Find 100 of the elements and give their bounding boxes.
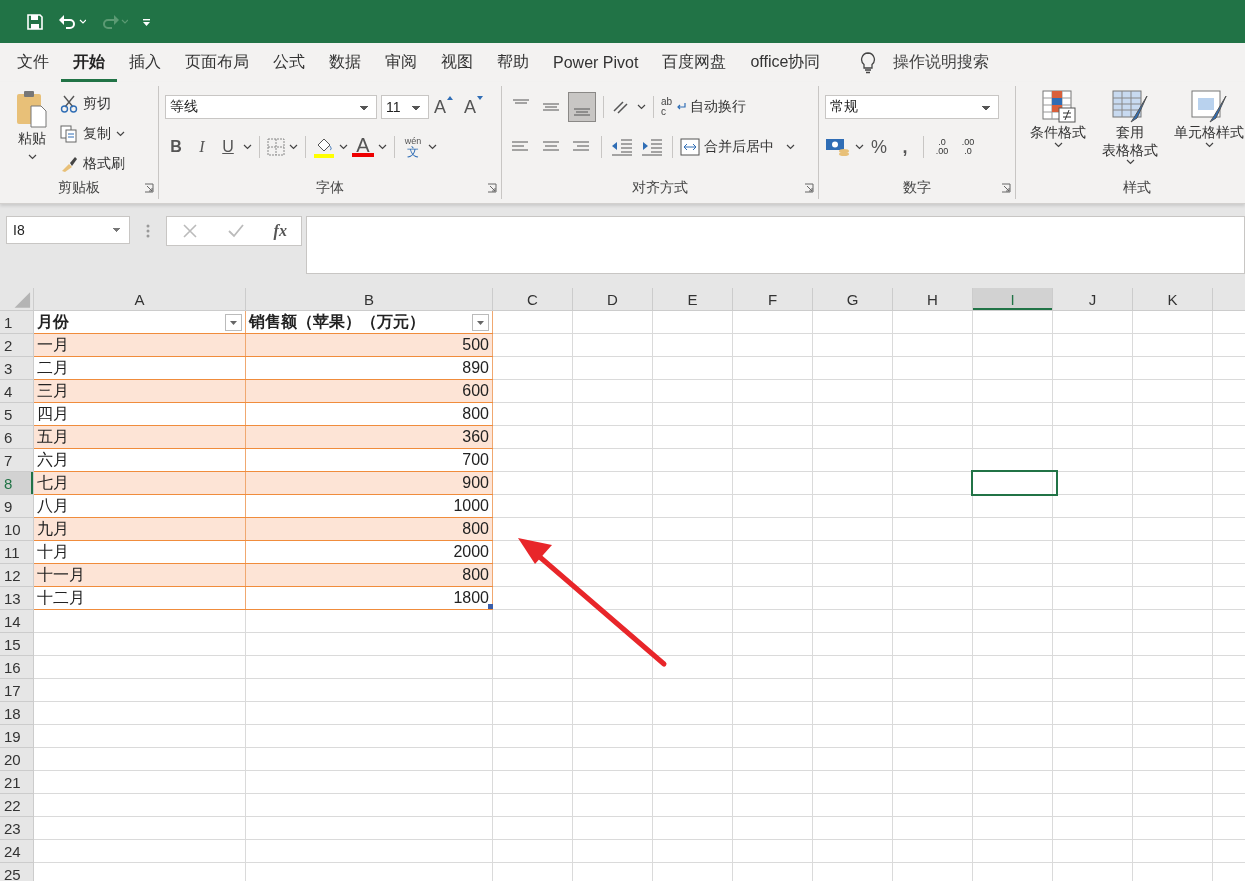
chevron-down-icon[interactable] [27, 154, 37, 160]
row-header[interactable]: 18 [0, 702, 34, 725]
row-header[interactable]: 19 [0, 725, 34, 748]
row-header[interactable]: 8 [0, 472, 34, 495]
column-header[interactable]: I [973, 288, 1053, 310]
phonetic-button[interactable]: wén 文 [402, 135, 424, 159]
row-header[interactable]: 9 [0, 495, 34, 518]
increase-decimal-button[interactable]: .0 .00 [931, 135, 953, 159]
style-button[interactable]: 单元格样式 [1174, 124, 1244, 142]
chevron-down-icon[interactable] [1053, 141, 1063, 148]
chevron-down-icon[interactable] [786, 144, 795, 150]
chevron-down-icon[interactable] [1204, 141, 1214, 148]
conditional-format-icon[interactable] [1039, 90, 1077, 124]
table-format-icon[interactable] [1111, 90, 1149, 124]
row-header[interactable]: 22 [0, 794, 34, 817]
column-header[interactable]: J [1053, 288, 1133, 310]
row-header[interactable]: 7 [0, 449, 34, 472]
chevron-down-icon[interactable] [428, 144, 437, 150]
merge-center-button[interactable]: 合并后居中 [704, 135, 774, 159]
row-header[interactable]: 1 [0, 311, 34, 334]
comma-button[interactable]: , [894, 135, 916, 159]
ribbon-tab[interactable]: 视图 [429, 43, 485, 82]
column-header[interactable]: D [573, 288, 653, 310]
row-header[interactable]: 5 [0, 403, 34, 426]
ribbon-tab[interactable]: office协同 [738, 43, 833, 82]
ribbon-tab[interactable]: Power Pivot [541, 43, 651, 82]
chevron-down-icon[interactable] [855, 144, 864, 150]
font-name-dropdown[interactable]: 等线 [165, 95, 377, 119]
row-header[interactable]: 14 [0, 610, 34, 633]
font-color-button[interactable]: A [352, 137, 374, 157]
filter-dropdown-icon[interactable] [472, 313, 489, 331]
row-header[interactable]: 3 [0, 357, 34, 380]
ribbon-tab[interactable]: 文件 [5, 43, 61, 82]
ribbon-tab[interactable]: 公式 [261, 43, 317, 82]
increase-font-button[interactable]: A [433, 95, 447, 119]
format-painter-button[interactable]: 格式刷 [83, 152, 125, 176]
chevron-down-icon[interactable] [243, 144, 252, 150]
cell-style-icon[interactable] [1190, 90, 1228, 124]
increase-indent-icon[interactable] [639, 137, 665, 157]
name-box[interactable]: I8 [6, 216, 130, 244]
insert-function-button[interactable]: fx [273, 222, 287, 240]
font-size-dropdown[interactable]: 11 [381, 95, 429, 119]
row-header[interactable]: 21 [0, 771, 34, 794]
cut-button[interactable]: 剪切 [83, 92, 111, 116]
scissors-icon[interactable] [60, 95, 78, 113]
ribbon-tab[interactable]: 审阅 [373, 43, 429, 82]
font-style-button[interactable]: B [165, 135, 187, 159]
chevron-down-icon[interactable] [637, 104, 646, 110]
percent-button[interactable]: % [868, 135, 890, 159]
row-header[interactable]: 15 [0, 633, 34, 656]
wrap-text-button[interactable]: 自动换行 [690, 95, 747, 119]
number-format-dropdown[interactable]: 常规 [825, 95, 999, 119]
copy-icon[interactable] [60, 125, 78, 143]
dialog-launcher-icon[interactable] [144, 183, 154, 193]
currency-icon[interactable] [825, 136, 851, 158]
decrease-decimal-button[interactable]: .00 .0 [957, 135, 979, 159]
chevron-down-icon[interactable] [289, 144, 298, 150]
row-header[interactable]: 2 [0, 334, 34, 357]
style-button[interactable]: 套用 表格格式 [1102, 124, 1158, 159]
tell-me-search[interactable]: 操作说明搜索 [893, 52, 990, 73]
font-style-button[interactable]: U [217, 135, 239, 159]
row-header[interactable]: 16 [0, 656, 34, 679]
ribbon-tab[interactable]: 数据 [317, 43, 373, 82]
ribbon-tab[interactable]: 页面布局 [173, 43, 261, 82]
chevron-down-icon[interactable] [1125, 159, 1135, 165]
paintbrush-icon[interactable] [60, 155, 78, 173]
column-header[interactable]: B [246, 288, 493, 310]
row-header[interactable]: 10 [0, 518, 34, 541]
row-header[interactable]: 20 [0, 748, 34, 771]
filter-dropdown-icon[interactable] [225, 313, 242, 331]
ribbon-tab[interactable]: 帮助 [485, 43, 541, 82]
row-header[interactable]: 11 [0, 541, 34, 564]
ribbon-tab[interactable]: 开始 [61, 43, 117, 82]
formula-input[interactable] [306, 216, 1245, 274]
row-header[interactable]: 17 [0, 679, 34, 702]
copy-button[interactable]: 复制 [83, 122, 111, 146]
active-cell[interactable] [971, 470, 1058, 496]
row-header[interactable]: 4 [0, 380, 34, 403]
row-header[interactable]: 25 [0, 863, 34, 881]
chevron-down-icon[interactable] [116, 131, 125, 137]
column-header[interactable]: C [493, 288, 573, 310]
font-style-button[interactable]: I [191, 135, 213, 159]
chevron-down-icon[interactable] [378, 144, 387, 150]
merge-cells-icon[interactable] [680, 138, 700, 156]
style-button[interactable]: 条件格式 [1030, 124, 1086, 142]
row-header[interactable]: 24 [0, 840, 34, 863]
decrease-font-button[interactable]: A [463, 95, 477, 119]
row-header[interactable]: 23 [0, 817, 34, 840]
resize-handle-icon[interactable] [488, 604, 493, 609]
column-header[interactable]: A [34, 288, 246, 310]
row-header[interactable]: 6 [0, 426, 34, 449]
column-header[interactable]: F [733, 288, 813, 310]
dialog-launcher-icon[interactable] [804, 183, 814, 193]
paste-button[interactable]: 粘贴 [16, 90, 48, 148]
row-header[interactable]: 13 [0, 587, 34, 610]
dialog-launcher-icon[interactable] [487, 183, 497, 193]
wrap-text-icon[interactable]: ab c [661, 97, 673, 117]
ribbon-tab[interactable]: 百度网盘 [650, 43, 739, 82]
fill-color-icon[interactable] [313, 136, 335, 158]
decrease-indent-icon[interactable] [609, 137, 635, 157]
